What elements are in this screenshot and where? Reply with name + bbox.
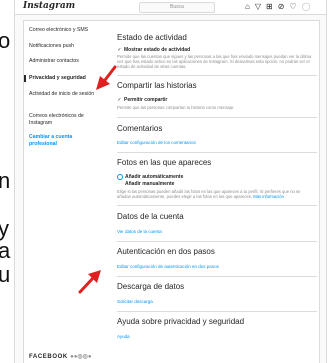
edit-comment-settings-link[interactable]: Editar configuración de los comentarios xyxy=(117,140,196,145)
add-icon[interactable]: ⊞ xyxy=(266,2,273,12)
request-download-link[interactable]: Solicitar descarga xyxy=(117,299,153,304)
story-sharing-label: Permitir compartir xyxy=(124,97,168,103)
section-title-photos-of-you: Fotos en las que apareces xyxy=(117,158,212,167)
more-info-link[interactable]: Más información xyxy=(253,194,284,199)
bg-letter-a: a xyxy=(0,238,11,263)
divider xyxy=(117,75,317,76)
radio-selected-icon xyxy=(117,174,123,180)
section-title-account-data: Datos de la cuenta xyxy=(117,212,184,221)
bg-letter-y: y xyxy=(0,216,9,241)
divider xyxy=(117,117,317,118)
top-navigation-bar: Instagram Busca ⌂ ▽ ⊞ ⊘ ♡ ◯ xyxy=(15,0,326,15)
divider xyxy=(117,241,317,242)
sidebar-item-push-notifications[interactable]: Notificaciones push xyxy=(24,43,105,50)
view-account-data-link[interactable]: Ver datos de la cuenta xyxy=(117,229,162,234)
heart-icon[interactable]: ♡ xyxy=(289,2,296,12)
section-title-story-sharing: Compartir las historias xyxy=(117,81,197,90)
activity-status-checkbox[interactable]: ✓ Mostrar estado de actividad xyxy=(117,47,190,53)
facebook-wordmark: FACEBOOK xyxy=(29,354,68,360)
red-arrow-sidebar xyxy=(96,65,117,90)
story-sharing-checkbox[interactable]: ✓ Permitir compartir xyxy=(117,97,167,103)
direct-icon[interactable]: ▽ xyxy=(255,2,261,12)
explore-icon[interactable]: ⊘ xyxy=(278,2,285,12)
divider xyxy=(117,311,317,312)
section-title-comments: Comentarios xyxy=(117,124,163,133)
bg-letter-n: n xyxy=(0,168,11,193)
story-sharing-description: Permite que las personas compartan tu hi… xyxy=(117,105,235,110)
activity-status-description: Permite que las cuentas que sigues y las… xyxy=(117,54,312,70)
add-manually-label: Añadir manualmente xyxy=(125,181,175,187)
divider xyxy=(117,152,317,153)
section-title-data-download: Descarga de datos xyxy=(117,282,185,291)
nav-icons: ⌂ ▽ ⊞ ⊘ ♡ ◯ xyxy=(245,2,311,12)
add-automatically-label: Añadir automáticamente xyxy=(125,174,184,180)
sidebar-item-manage-contacts[interactable]: Administrar contactos xyxy=(24,58,105,65)
add-manually-radio[interactable]: Añadir manualmente xyxy=(117,181,174,187)
section-title-privacy-help: Ayuda sobre privacidad y seguridad xyxy=(117,317,245,326)
divider xyxy=(117,205,317,206)
home-icon[interactable]: ⌂ xyxy=(245,2,250,12)
section-title-two-factor: Autenticación en dos pasos xyxy=(117,247,215,256)
checkmark-icon: ✓ xyxy=(117,46,122,53)
search-input[interactable]: Busca xyxy=(139,2,215,13)
privacy-settings-panel: Estado de actividad ✓ Mostrar estado de … xyxy=(101,20,320,363)
checkmark-icon: ✓ xyxy=(117,96,122,103)
sidebar-item-instagram-emails[interactable]: Correos electrónicos de Instagram xyxy=(24,113,95,127)
profile-icon[interactable]: ◯ xyxy=(302,2,311,12)
sidebar-item-email-sms[interactable]: Correo electrónico y SMS xyxy=(24,27,105,34)
sidebar-item-privacy-security[interactable]: Privacidad y seguridad xyxy=(24,75,105,82)
divider xyxy=(117,276,317,277)
photos-of-you-description: Elige si las personas pueden añadir las … xyxy=(117,189,315,199)
section-title-activity-status: Estado de actividad xyxy=(117,33,187,42)
facebook-footer: FACEBOOK ●●◎◎● xyxy=(29,353,91,360)
sidebar-item-switch-professional[interactable]: Cambiar a cuenta profesional xyxy=(24,134,89,148)
instagram-logo[interactable]: Instagram xyxy=(23,1,75,11)
red-arrow-two-factor xyxy=(78,270,101,294)
instagram-window: Instagram Busca ⌂ ▽ ⊞ ⊘ ♡ ◯ Correo elect… xyxy=(14,0,327,363)
bg-letter-u: u xyxy=(0,262,11,287)
bg-letter-o: o xyxy=(0,28,11,53)
settings-sidebar: Correo electrónico y SMS Notificaciones … xyxy=(23,20,103,363)
edit-two-factor-link[interactable]: Editar configuración de autenticación en… xyxy=(117,264,219,269)
help-link[interactable]: Ayuda xyxy=(117,334,130,339)
activity-status-label: Mostrar estado de actividad xyxy=(124,47,191,53)
add-automatically-radio[interactable]: Añadir automáticamente xyxy=(117,174,183,180)
sidebar-item-login-activity[interactable]: Actividad de inicio de sesión xyxy=(24,91,95,98)
facebook-app-icons: ●●◎◎● xyxy=(70,354,92,360)
